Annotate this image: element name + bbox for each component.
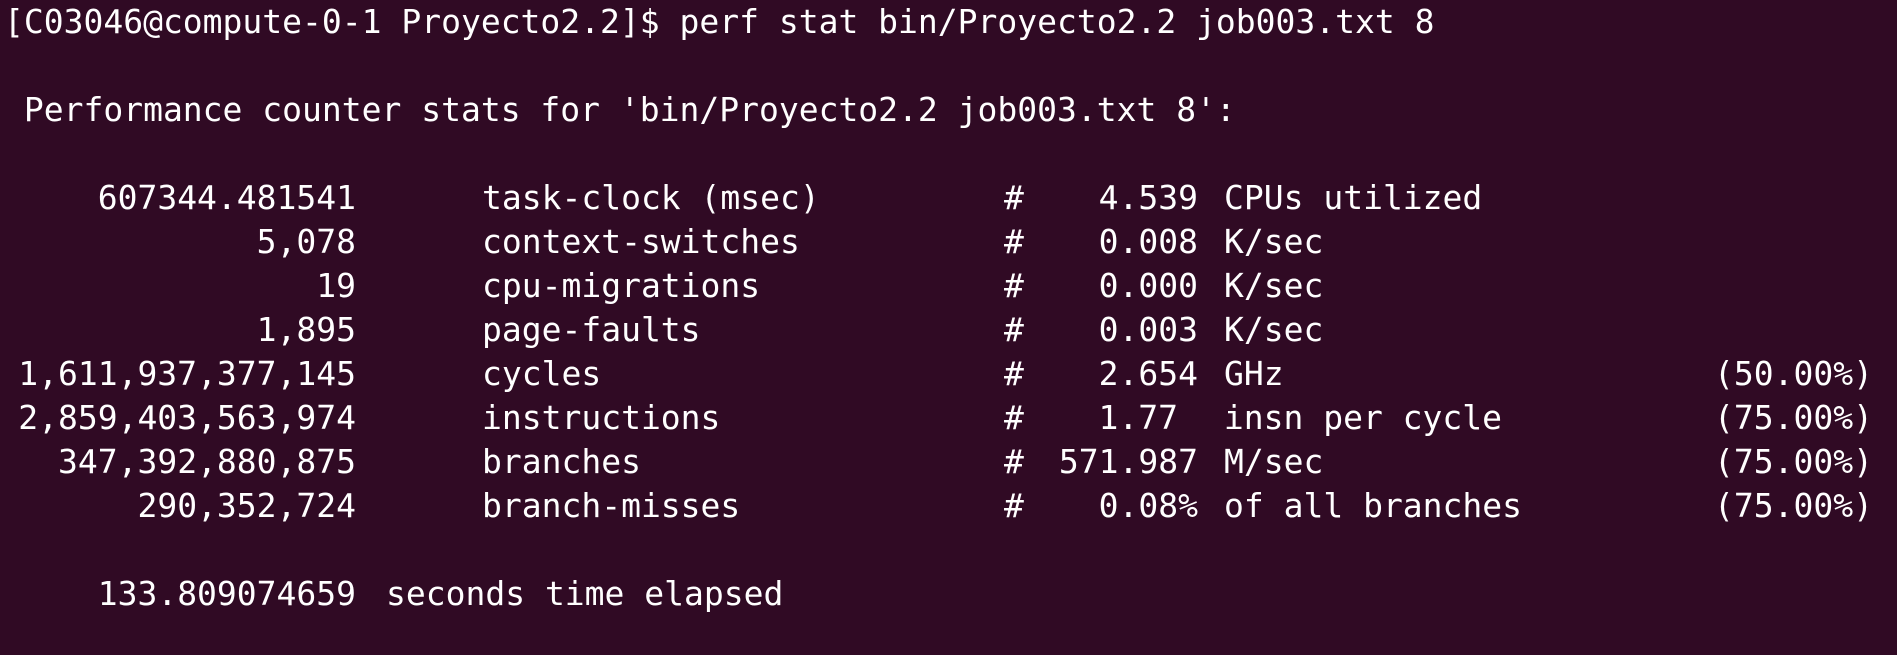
perf-stats-header: Performance counter stats for 'bin/Proye… xyxy=(4,90,1236,129)
comment-hash: # xyxy=(1004,266,1024,305)
counter-row-task-clock: 607344.481541 task-clock (msec) # 4.539 … xyxy=(4,176,1893,220)
elapsed-time-line: 133.809074659 seconds time elapsed xyxy=(4,572,1893,616)
command-prompt-line: [C03046@compute-0-1 Proyecto2.2]$ perf s… xyxy=(4,2,1435,41)
counter-percent: (75.00%) xyxy=(1714,442,1873,481)
counter-unit: CPUs utilized xyxy=(1224,178,1483,217)
counter-unit: of all branches xyxy=(1224,486,1523,525)
comment-hash: # xyxy=(1004,310,1024,349)
counter-metric: 0.000 xyxy=(1098,266,1198,305)
counter-row-page-faults: 1,895 page-faults # 0.003 K/sec xyxy=(4,308,1893,352)
counter-value: 290,352,724 xyxy=(137,486,356,525)
terminal-window[interactable]: [C03046@compute-0-1 Proyecto2.2]$ perf s… xyxy=(0,0,1897,655)
counter-value: 607344.481541 xyxy=(97,178,356,217)
counter-value: 1,895 xyxy=(256,310,356,349)
counter-name: context-switches xyxy=(482,222,800,261)
counter-row-branches: 347,392,880,875 branches # 571.987 M/sec… xyxy=(4,440,1893,484)
counter-value: 347,392,880,875 xyxy=(57,442,356,481)
counter-value: 19 xyxy=(316,266,356,305)
counter-metric: 0.08% xyxy=(1098,486,1198,525)
comment-hash: # xyxy=(1004,442,1024,481)
counter-value: 2,859,403,563,974 xyxy=(18,398,356,437)
comment-hash: # xyxy=(1004,398,1024,437)
counter-unit: insn per cycle xyxy=(1204,398,1503,437)
elapsed-label: seconds time elapsed xyxy=(386,574,784,613)
comment-hash: # xyxy=(1004,178,1024,217)
counter-value: 1,611,937,377,145 xyxy=(18,354,356,393)
counter-name: cycles xyxy=(482,354,602,393)
counter-value: 5,078 xyxy=(256,222,356,261)
counter-unit: M/sec xyxy=(1224,442,1324,481)
counter-name: instructions xyxy=(482,398,721,437)
counter-row-context-switches: 5,078 context-switches # 0.008 K/sec xyxy=(4,220,1893,264)
counter-unit: GHz xyxy=(1224,354,1284,393)
counter-metric: 1.77 xyxy=(1098,398,1178,437)
elapsed-value: 133.809074659 xyxy=(97,574,356,613)
counter-name: branches xyxy=(482,442,641,481)
counter-percent: (75.00%) xyxy=(1714,398,1873,437)
counter-name: task-clock (msec) xyxy=(482,178,820,217)
counter-name: branch-misses xyxy=(482,486,741,525)
counter-unit: K/sec xyxy=(1224,310,1324,349)
counter-row-cpu-migrations: 19 cpu-migrations # 0.000 K/sec xyxy=(4,264,1893,308)
counter-name: cpu-migrations xyxy=(482,266,761,305)
counter-percent: (50.00%) xyxy=(1714,354,1873,393)
counter-row-cycles: 1,611,937,377,145 cycles # 2.654 GHz (50… xyxy=(4,352,1893,396)
counter-metric: 0.003 xyxy=(1098,310,1198,349)
counter-metric: 0.008 xyxy=(1098,222,1198,261)
comment-hash: # xyxy=(1004,354,1024,393)
counter-metric: 4.539 xyxy=(1098,178,1198,217)
counter-unit: K/sec xyxy=(1224,222,1324,261)
counter-name: page-faults xyxy=(482,310,701,349)
counter-unit: K/sec xyxy=(1224,266,1324,305)
counter-percent: (75.00%) xyxy=(1714,486,1873,525)
counter-row-instructions: 2,859,403,563,974 instructions # 1.77 in… xyxy=(4,396,1893,440)
counter-metric: 571.987 xyxy=(1058,442,1198,481)
comment-hash: # xyxy=(1004,486,1024,525)
comment-hash: # xyxy=(1004,222,1024,261)
counter-row-branch-misses: 290,352,724 branch-misses # 0.08% of all… xyxy=(4,484,1893,528)
counter-metric: 2.654 xyxy=(1098,354,1198,393)
